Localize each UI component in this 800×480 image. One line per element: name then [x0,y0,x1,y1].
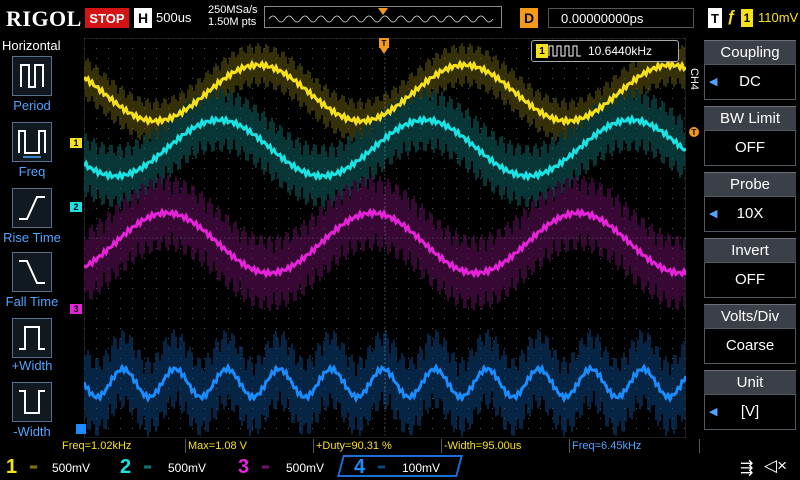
ch3-number[interactable]: 3 [238,456,249,479]
coupling-title: Coupling [704,40,796,64]
speaker-muted-icon[interactable]: ◁× [764,456,787,476]
dc-coupling-icon: ═ [30,462,38,473]
rise-edge-icon [19,196,45,220]
ch3-scale[interactable]: 500mV [286,461,324,475]
ch2-offset-marker[interactable]: 2 [70,202,82,212]
memory-position-bar [264,6,502,28]
usb-icon: ⇶ [740,460,754,477]
coupling-value-text: DC [739,73,761,90]
unit-menu[interactable]: Unit ◀ [V] [704,370,796,432]
trigger-label: T [708,8,722,28]
period-label: Period [13,98,51,113]
svg-text:T: T [692,128,697,137]
freq-icon [18,130,46,158]
sample-info: 250MSa/s 1.50M pts [208,4,258,28]
delay-value[interactable]: 0.00000000ps [548,8,694,28]
ch1-offset-marker[interactable]: 1 [70,138,82,148]
ch3-offset-marker[interactable]: 3 [70,304,82,314]
coupling-value[interactable]: ◀ DC [704,64,796,100]
rising-edge-icon: ƒ [727,8,736,25]
rise-time-button[interactable] [12,188,52,228]
sample-rate: 250MSa/s [208,4,258,16]
ch4-offset-marker[interactable] [76,424,86,434]
trigger-level-marker[interactable]: T [688,126,700,138]
dc-coupling-icon: ═ [262,462,270,473]
memory-depth: 1.50M pts [208,16,257,28]
menu-channel-tag: CH4 [688,68,700,91]
freq-label: Freq [18,164,46,179]
measurement-item[interactable]: Freq=1.02kHz [60,439,186,453]
timebase-value[interactable]: 500us [156,10,191,25]
invert-title: Invert [704,238,796,262]
trigger-level[interactable]: 110mV [758,10,798,25]
neg-width-button[interactable] [12,382,52,422]
ch4-scale[interactable]: 100mV [402,461,440,475]
trigger-source: 1 [741,9,753,27]
negative-pulse-icon [19,390,45,414]
unit-title: Unit [704,370,796,394]
freq-button[interactable] [12,122,52,162]
ch1-scale[interactable]: 500mV [52,461,90,475]
square-wave-icon [548,45,581,57]
ch4-number[interactable]: 4 [354,456,365,479]
fall-edge-icon [19,260,45,284]
bw-limit-value[interactable]: OFF [704,130,796,166]
period-icon [20,64,44,88]
trigger-position-marker [378,8,388,15]
frequency-counter: 1 10.6440kHz [531,40,679,62]
dc-coupling-icon: ═ [378,462,386,473]
rotate-knob-icon: ◀ [709,208,718,220]
ch1-number[interactable]: 1 [6,456,17,479]
trigger-time-marker[interactable]: T [378,38,390,68]
delay-label: D [520,8,538,28]
probe-title: Probe [704,172,796,196]
counter-value: 10.6440kHz [588,44,653,58]
run-stop-status[interactable]: STOP [85,8,129,28]
period-button[interactable] [12,56,52,96]
probe-menu[interactable]: Probe ◀ 10X [704,172,796,234]
measurement-item[interactable]: Freq=6.45kHz [570,439,700,453]
measurement-item[interactable]: Max=1.08 V [186,439,314,453]
waveform-display[interactable] [84,38,686,438]
volts-div-menu[interactable]: Volts/Div Coarse [704,304,796,366]
unit-value[interactable]: ◀ [V] [704,394,796,430]
volts-div-value[interactable]: Coarse [704,328,796,364]
coupling-menu[interactable]: Coupling ◀ DC [704,40,796,102]
ch2-number[interactable]: 2 [120,456,131,479]
timebase-label: H [134,8,152,28]
probe-value[interactable]: ◀ 10X [704,196,796,232]
ch2-scale[interactable]: 500mV [168,461,206,475]
invert-value[interactable]: OFF [704,262,796,298]
rotate-knob-icon: ◀ [709,406,718,418]
measurement-item[interactable]: -Width=95.00us [442,439,570,453]
neg-width-label: -Width [13,424,51,439]
counter-source: 1 [536,44,548,58]
measurement-item[interactable]: +Duty=90.31 % [314,439,442,453]
menu-category-label: Horizontal [2,38,61,53]
fall-time-label: Fall Time [5,294,59,309]
unit-value-text: [V] [740,403,760,420]
pos-width-label: +Width [11,358,53,373]
brand-logo: RIGOL [6,6,82,31]
bw-limit-title: BW Limit [704,106,796,130]
probe-value-text: 10X [736,205,764,222]
dc-coupling-icon: ═ [144,462,152,473]
pos-width-button[interactable] [12,318,52,358]
fall-time-button[interactable] [12,252,52,292]
rotate-knob-icon: ◀ [709,76,718,88]
positive-pulse-icon [19,326,45,350]
invert-menu[interactable]: Invert OFF [704,238,796,300]
svg-text:T: T [382,39,387,48]
rise-time-label: Rise Time [3,230,61,245]
volts-div-title: Volts/Div [704,304,796,328]
bw-limit-menu[interactable]: BW Limit OFF [704,106,796,168]
memory-waveform-preview [268,8,494,23]
